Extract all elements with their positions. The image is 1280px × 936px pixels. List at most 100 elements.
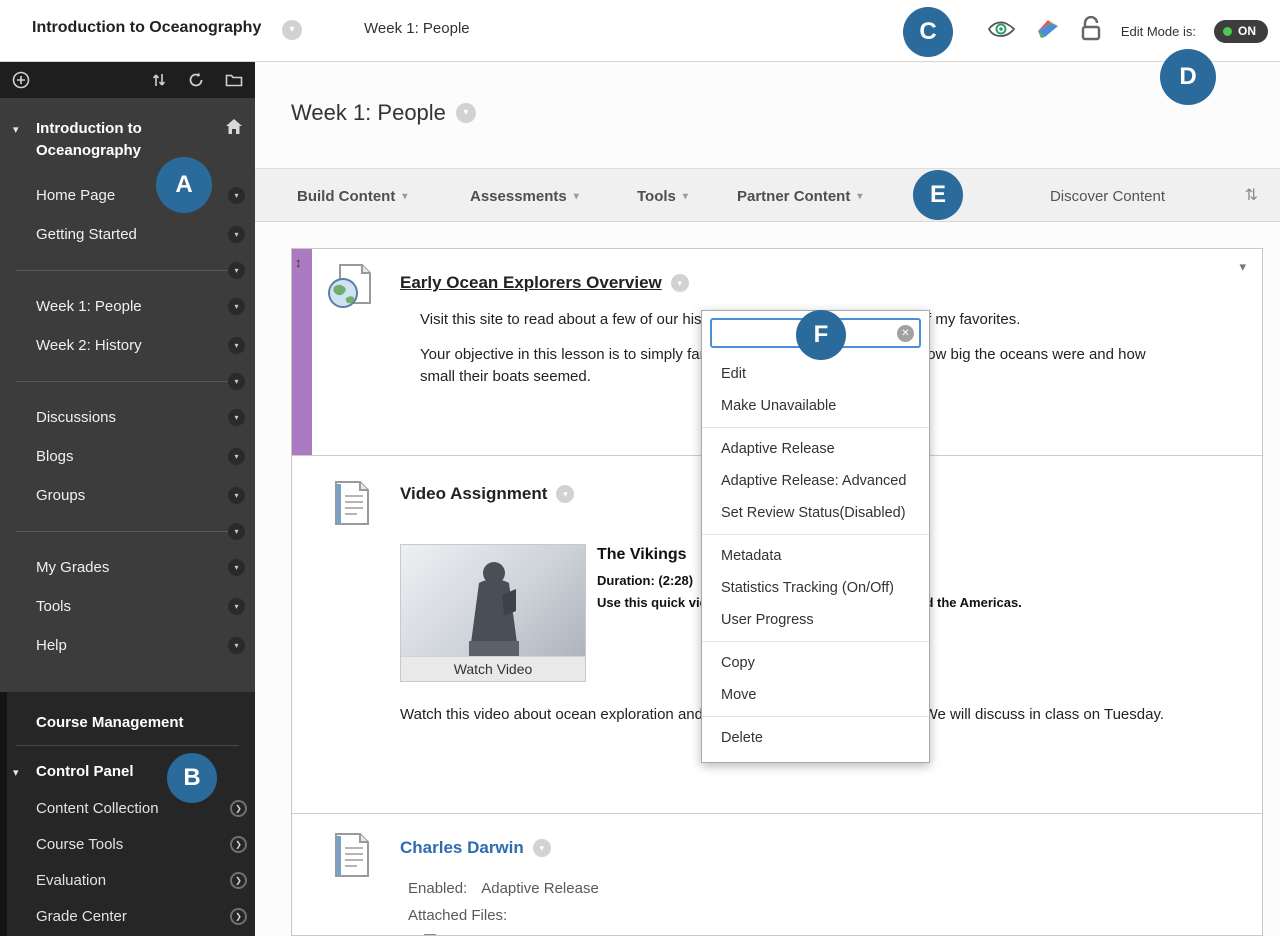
clear-search-icon[interactable]: ✕	[897, 325, 914, 342]
sort-icon[interactable]: ⇅	[1245, 185, 1258, 205]
page-header: Week 1: People ▾	[291, 100, 476, 126]
sidebar-course-title[interactable]: Introduction to Oceanography	[36, 118, 215, 162]
header-course-title[interactable]: Introduction to Oceanography	[32, 19, 261, 37]
menu-item-metadata[interactable]: Metadata	[702, 540, 929, 572]
sidebar-item-week1-people[interactable]: Week 1: People ▾	[0, 287, 255, 326]
menu-item-adaptive-release-advanced[interactable]: Adaptive Release: Advanced	[702, 465, 929, 497]
explorers-title-link[interactable]: Early Ocean Explorers Overview	[400, 273, 662, 293]
collapse-caret-icon[interactable]: ▾	[13, 123, 19, 136]
context-menu-group: Delete	[702, 716, 929, 754]
chevron-down-icon[interactable]: ▾	[228, 597, 245, 615]
home-icon[interactable]	[225, 118, 243, 140]
menu-item-make-unavailable[interactable]: Make Unavailable	[702, 390, 929, 422]
chevron-down-icon[interactable]: ▾	[228, 372, 245, 390]
menu-item-copy[interactable]: Copy	[702, 647, 929, 679]
chevron-right-icon[interactable]: ❯	[230, 799, 247, 817]
chevron-down-icon[interactable]: ▾	[228, 522, 245, 540]
watch-video-label[interactable]: Watch Video	[401, 656, 585, 681]
menu-divider: ▾	[0, 261, 255, 279]
chevron-right-icon[interactable]: ❯	[230, 835, 247, 853]
breadcrumb[interactable]: Week 1: People	[364, 20, 470, 37]
course-menu-sidebar: ▾ Introduction to Oceanography Home Page…	[0, 62, 255, 936]
attached-file-link[interactable]: HMS Beagle Voyage.kmz	[444, 932, 603, 935]
discover-content-button[interactable]: Discover Content	[1050, 169, 1165, 223]
chevron-down-icon[interactable]: ▾	[228, 297, 245, 315]
sidebar-item-groups[interactable]: Groups ▾	[0, 476, 255, 515]
page-title: Week 1: People	[291, 100, 446, 125]
annotation-e: E	[913, 170, 963, 220]
sidebar-item-evaluation[interactable]: Evaluation ❯	[0, 862, 255, 898]
annotation-b: B	[167, 753, 217, 803]
annotation-d: D	[1160, 49, 1216, 105]
collapse-caret-icon[interactable]: ▾	[13, 766, 19, 779]
chevron-right-icon[interactable]: ❯	[230, 871, 247, 889]
menu-item-delete[interactable]: Delete	[702, 722, 929, 754]
course-menu-toolbar	[0, 62, 255, 98]
sidebar-item-week2-history[interactable]: Week 2: History ▾	[0, 326, 255, 365]
sidebar-item-help[interactable]: Help ▾	[0, 626, 255, 665]
item-options-chevron-icon[interactable]: ▾	[532, 839, 551, 857]
sidebar-item-my-grades[interactable]: My Grades ▾	[0, 548, 255, 587]
menu-item-move[interactable]: Move	[702, 679, 929, 711]
course-management-title: Course Management	[36, 714, 184, 731]
menu-item-adaptive-release[interactable]: Adaptive Release	[702, 433, 929, 465]
sidebar-item-discussions[interactable]: Discussions ▾	[0, 398, 255, 437]
chevron-down-icon[interactable]: ▾	[228, 636, 245, 654]
refresh-icon[interactable]	[187, 71, 205, 89]
edit-mode-toggle[interactable]: ON	[1214, 19, 1268, 43]
sidebar-item-tools[interactable]: Tools ▾	[0, 587, 255, 626]
sidebar-item-blogs[interactable]: Blogs ▾	[0, 437, 255, 476]
chevron-down-icon[interactable]: ▾	[228, 261, 245, 279]
partner-content-button[interactable]: Partner Content ▾	[737, 169, 862, 223]
menu-item-user-progress[interactable]: User Progress	[702, 604, 929, 636]
item-title-row: Early Ocean Explorers Overview ▾	[400, 273, 689, 293]
sidebar-item-grade-center[interactable]: Grade Center ❯	[0, 898, 255, 934]
sidebar-item-control-panel[interactable]: ▾ Control Panel	[0, 752, 255, 790]
item-title-row: Charles Darwin ▾	[400, 838, 551, 858]
blackboard-app: Introduction to Oceanography ▾ Week 1: P…	[0, 0, 1280, 936]
chevron-down-icon[interactable]: ▾	[228, 336, 245, 354]
selection-bar	[292, 249, 312, 455]
build-content-button[interactable]: Build Content ▾	[297, 169, 407, 223]
add-menu-item-icon[interactable]	[12, 71, 30, 89]
item-options-chevron-icon[interactable]: ▾	[556, 485, 575, 503]
page-title-chevron-icon[interactable]: ▾	[455, 103, 476, 123]
course-title-chevron-icon[interactable]: ▾	[282, 20, 302, 40]
chevron-down-icon[interactable]: ▾	[228, 408, 245, 426]
item-options-chevron-icon[interactable]: ▾	[670, 274, 689, 292]
lock-icon[interactable]	[1079, 15, 1103, 47]
edit-mode-label: Edit Mode is:	[1120, 23, 1196, 39]
sidebar-item-course-tools[interactable]: Course Tools ❯	[0, 826, 255, 862]
chevron-down-icon[interactable]: ▾	[228, 447, 245, 465]
tools-button[interactable]: Tools ▾	[637, 169, 688, 223]
item-context-menu: ✕ Edit Make Unavailable Adaptive Release…	[701, 310, 930, 763]
attached-files-label: Attached Files:	[408, 907, 508, 924]
chevron-down-icon[interactable]: ▾	[228, 486, 245, 504]
sidebar-item-content-collection[interactable]: Content Collection ❯	[0, 790, 255, 826]
assessments-button[interactable]: Assessments ▾	[470, 169, 579, 223]
collapse-item-icon[interactable]: ▾	[1239, 259, 1246, 275]
chevron-right-icon[interactable]: ❯	[230, 907, 247, 925]
menu-item-set-review-status[interactable]: Set Review Status(Disabled)	[702, 497, 929, 529]
chevron-down-icon[interactable]: ▾	[228, 558, 245, 576]
sidebar-item-getting-started[interactable]: Getting Started ▾	[0, 215, 255, 254]
menu-item-edit[interactable]: Edit	[702, 358, 929, 390]
top-header: Introduction to Oceanography ▾ Week 1: P…	[0, 0, 1280, 62]
reorder-icon[interactable]	[151, 71, 167, 89]
menu-divider: ▾	[0, 372, 255, 390]
chevron-down-icon[interactable]: ▾	[228, 186, 245, 204]
statue-image	[401, 545, 585, 656]
content-item-icon	[330, 832, 370, 883]
menu-tools	[151, 71, 243, 89]
course-theme-icon[interactable]	[1035, 17, 1061, 46]
student-preview-icon[interactable]	[987, 18, 1017, 45]
sidebar-item-home-page[interactable]: Home Page ▾	[0, 176, 255, 215]
menu-item-statistics-tracking[interactable]: Statistics Tracking (On/Off)	[702, 572, 929, 604]
sidebar-course-header[interactable]: ▾ Introduction to Oceanography	[0, 98, 255, 176]
folder-view-icon[interactable]	[225, 72, 243, 88]
video-thumbnail[interactable]: Watch Video	[400, 544, 586, 682]
item-title-row: Video Assignment ▾	[400, 484, 575, 504]
chevron-down-icon[interactable]: ▾	[228, 225, 245, 243]
charles-darwin-link[interactable]: Charles Darwin	[400, 838, 524, 858]
drag-handle-icon[interactable]: ↕	[295, 255, 302, 270]
